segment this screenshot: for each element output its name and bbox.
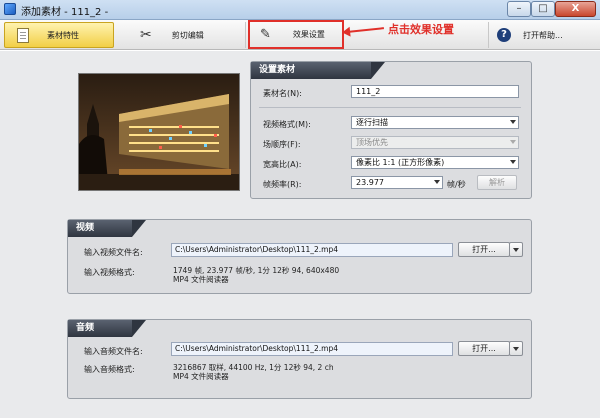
help-button-label: 打开帮助... (523, 30, 563, 40)
video-open-button[interactable]: 打开... (458, 242, 510, 257)
audio-file-input[interactable]: C:\Users\Administrator\Desktop\111_2.mp4 (171, 342, 453, 356)
video-file-label: 输入视频文件名: (84, 248, 143, 257)
video-format-value: 逐行扫描 (356, 118, 388, 127)
scissors-icon: ✂ (140, 27, 152, 43)
window-title: 添加素材 - 111_2 - (21, 7, 109, 18)
aspect-label: 宽高比(A): (263, 160, 302, 169)
fps-value: 23.977 (356, 178, 384, 187)
video-format-select[interactable]: 逐行扫描 (351, 116, 519, 129)
video-preview (78, 73, 240, 191)
toolbar: 素材特性 ✂ 剪切编辑 ✎ 效果设置 ? 打开帮助... (0, 20, 600, 50)
maximize-button[interactable]: □ (531, 1, 555, 17)
main-area: 设置素材 素材名(N): 111_2 视频格式(M): 逐行扫描 场顺序(F):… (0, 51, 600, 418)
audio-open-button[interactable]: 打开... (458, 341, 510, 356)
settings-header: 设置素材 (251, 62, 385, 79)
aspect-select[interactable]: 像素比 1:1 (正方形像素) (351, 156, 519, 169)
chevron-down-icon (510, 140, 516, 144)
audio-panel: 音频 输入音频文件名: C:\Users\Administrator\Deskt… (67, 319, 532, 399)
close-button[interactable]: X (555, 1, 596, 17)
chevron-down-icon (510, 120, 516, 124)
tab-effect-settings[interactable]: ✎ 效果设置 (248, 20, 344, 49)
fps-unit: 帧/秒 (447, 180, 466, 189)
audio-header: 音频 (68, 320, 146, 337)
help-button[interactable]: ? 打开帮助... (488, 22, 596, 48)
annotation-text: 点击效果设置 (388, 23, 454, 36)
fps-label: 帧频率(R): (263, 180, 302, 189)
video-format-label: 视频格式(M): (263, 120, 311, 129)
document-icon (17, 27, 29, 43)
audio-format-line2: MP4 文件阅读器 (173, 372, 229, 381)
video-panel: 视频 输入视频文件名: C:\Users\Administrator\Deskt… (67, 219, 532, 294)
preview-image (79, 74, 239, 190)
fps-select[interactable]: 23.977 (351, 176, 443, 189)
analyze-button[interactable]: 解析 (477, 175, 517, 190)
video-format-info-label: 输入视频格式: (84, 268, 135, 277)
settings-panel: 设置素材 素材名(N): 111_2 视频格式(M): 逐行扫描 场顺序(F):… (250, 61, 532, 199)
chevron-down-icon (510, 160, 516, 164)
field-order-select: 顶场优先 (351, 136, 519, 149)
app-icon (4, 3, 16, 15)
audio-open-dropdown[interactable] (509, 341, 523, 356)
aspect-value: 像素比 1:1 (正方形像素) (356, 158, 445, 167)
help-icon: ? (497, 28, 511, 42)
tab-material-properties-label: 素材特性 (47, 30, 79, 40)
video-file-input[interactable]: C:\Users\Administrator\Desktop\111_2.mp4 (171, 243, 453, 257)
field-order-label: 场顺序(F): (263, 140, 301, 149)
pen-icon: ✎ (260, 27, 271, 42)
video-format-line1: 1749 帧, 23.977 帧/秒, 1分 12秒 94, 640x480 (173, 266, 340, 275)
audio-format-info-label: 输入音频格式: (84, 365, 135, 374)
tab-effect-settings-label: 效果设置 (292, 30, 325, 39)
title-bar: 添加素材 - 111_2 - – □ X (0, 0, 600, 20)
chevron-down-icon (434, 180, 440, 184)
tab-cut-edit-label: 剪切编辑 (171, 30, 204, 40)
minimize-button[interactable]: – (507, 1, 531, 17)
video-open-dropdown[interactable] (509, 242, 523, 257)
video-format-line2: MP4 文件阅读器 (173, 275, 229, 284)
name-input[interactable]: 111_2 (351, 85, 519, 98)
tab-cut-edit[interactable]: ✂ 剪切编辑 (126, 22, 246, 48)
tab-material-properties[interactable]: 素材特性 (4, 22, 114, 48)
divider (259, 107, 521, 108)
name-label: 素材名(N): (263, 89, 302, 98)
audio-file-label: 输入音频文件名: (84, 347, 143, 356)
video-header: 视频 (68, 220, 146, 237)
field-order-value: 顶场优先 (356, 138, 388, 147)
audio-format-line1: 3216867 取样, 44100 Hz, 1分 12秒 94, 2 ch (173, 363, 334, 372)
